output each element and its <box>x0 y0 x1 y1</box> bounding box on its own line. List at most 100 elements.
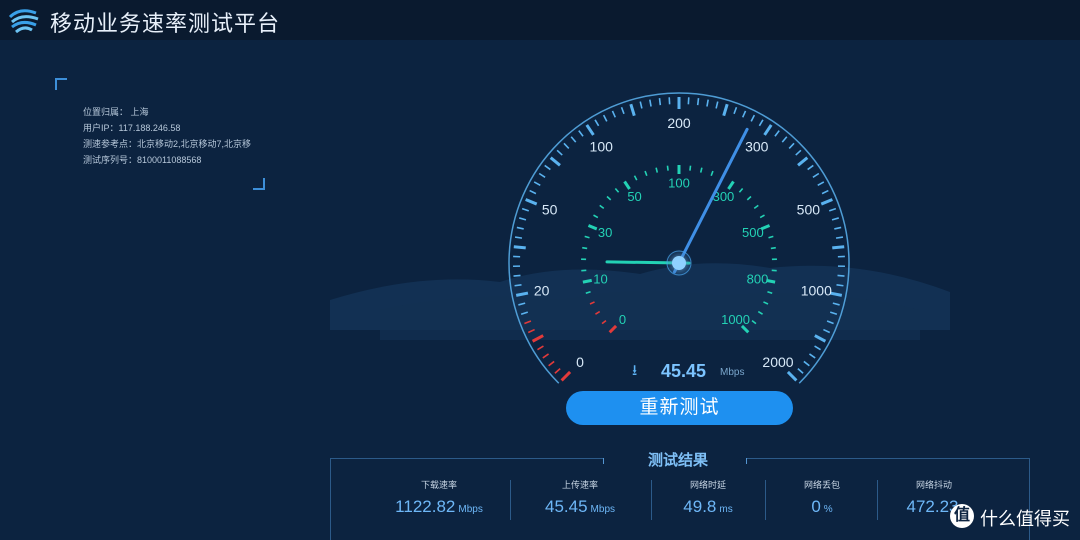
gauge-tick <box>525 198 538 206</box>
result-value: 1122.82 <box>395 497 456 516</box>
gauge-tick <box>585 124 595 136</box>
column-divider <box>510 480 511 520</box>
result-unit: Mbps <box>590 504 615 515</box>
result-unit: ms <box>719 504 733 515</box>
gauge-tick <box>831 217 839 221</box>
gauge-label: 100 <box>590 139 614 155</box>
result-packet-loss: 网络丢包 0% <box>770 478 874 517</box>
gauge-label: 10 <box>593 271 607 286</box>
gauge-tick <box>727 180 735 190</box>
gauge-tick <box>689 165 692 171</box>
gauge-tick <box>814 345 821 351</box>
download-arrow-icon: ⭳ <box>632 362 638 379</box>
gauge-tick <box>513 245 526 250</box>
gauge-tick <box>699 167 703 173</box>
gauge-tick <box>538 172 546 178</box>
result-value: 45.45 <box>545 497 588 516</box>
gauge-tick <box>797 368 804 374</box>
result-label: 网络时延 <box>689 480 726 490</box>
watermark: 值 什么值得买 <box>948 502 1080 532</box>
gauge-tick <box>563 142 570 149</box>
gauge-tick <box>611 110 617 118</box>
gauge-tick <box>807 164 814 171</box>
result-label: 下载速率 <box>420 480 457 490</box>
gauge-tick <box>832 245 845 250</box>
result-unit: % <box>823 504 833 515</box>
gauge-tick <box>758 119 764 127</box>
current-speed-value: 45.45 <box>661 361 707 381</box>
gauge-tick <box>770 246 776 250</box>
watermark-text: 什么值得买 <box>980 509 1070 529</box>
gauge-tick <box>582 278 593 284</box>
gauge-tick <box>715 101 719 109</box>
gauge-tick <box>620 106 625 115</box>
gauge-tick <box>537 345 544 351</box>
gauge-tick <box>514 283 522 287</box>
column-divider <box>651 480 652 520</box>
gauge-label: 0 <box>576 354 584 370</box>
gauge-label: 100 <box>668 176 690 191</box>
current-speed-display: ⭳ 45.45 Mbps <box>632 360 782 384</box>
gauge-tick <box>544 164 551 171</box>
gauge-tick <box>623 180 631 190</box>
gauge-tick <box>514 236 523 239</box>
column-divider <box>877 480 878 520</box>
gauge-label: 300 <box>745 139 769 155</box>
smzdm-logo-icon: 值 <box>950 504 974 528</box>
frame-line <box>747 458 1029 459</box>
gauge-tick <box>759 214 765 219</box>
gauge-tick <box>599 204 605 209</box>
gauge-tick <box>753 204 759 209</box>
gauge-tick <box>786 370 798 382</box>
current-speed-unit: Mbps <box>720 367 745 378</box>
gauge-tick <box>529 189 537 195</box>
gauge-label: 1000 <box>801 282 832 298</box>
gauge-label: 800 <box>747 271 769 286</box>
gauge-tick <box>834 226 842 230</box>
result-label: 上传速率 <box>561 480 598 490</box>
result-unit: Mbps <box>458 504 483 515</box>
gauge-tick <box>649 99 652 107</box>
result-latency: 网络时延 49.8 ms <box>656 478 760 517</box>
gauge-tick <box>750 114 756 122</box>
gauge-tick <box>587 224 598 231</box>
gauge-tick <box>781 136 788 143</box>
gauge-tick <box>582 246 588 250</box>
gauge-tick <box>763 124 773 136</box>
gauge-tick <box>774 130 780 137</box>
gauge-tick <box>560 370 572 382</box>
gauge-tick <box>629 103 636 117</box>
gauge-tick <box>835 236 844 239</box>
result-label: 网络丢包 <box>803 480 840 490</box>
hill-silhouette <box>380 290 920 340</box>
gauge-tick <box>533 181 541 187</box>
gauge-tick <box>788 142 795 149</box>
results-title: 测试结果 <box>648 452 709 469</box>
gauge-tick <box>548 360 555 367</box>
result-value: 0 <box>811 497 821 516</box>
gauge-tick <box>795 149 802 156</box>
gauge-tick <box>666 165 669 171</box>
result-label: 网络抖动 <box>915 480 952 490</box>
gauge-tick <box>639 101 643 109</box>
gauge-tick <box>797 156 809 167</box>
gauge-tick <box>570 136 577 143</box>
gauge-tick <box>817 181 825 187</box>
result-download: 下载速率 1122.82 Mbps <box>375 478 503 517</box>
gauge-tick <box>644 170 648 177</box>
gauge-tick <box>633 175 638 181</box>
retest-button[interactable]: 重新测试 <box>566 391 793 425</box>
gauge-label: 0 <box>619 312 626 327</box>
gauge-tick <box>706 99 709 107</box>
gauge-tick <box>746 195 752 201</box>
gauge-tick <box>722 103 729 117</box>
gauge-tick <box>741 110 747 118</box>
frame-tick <box>746 458 747 464</box>
result-value: 49.8 <box>683 497 717 516</box>
gauge-tick <box>602 114 608 122</box>
gauge-label: 30 <box>598 225 612 240</box>
gauge-tick <box>768 235 774 239</box>
gauge-tick <box>658 98 662 106</box>
gauge-tick <box>614 187 620 193</box>
frame-line <box>331 458 603 459</box>
